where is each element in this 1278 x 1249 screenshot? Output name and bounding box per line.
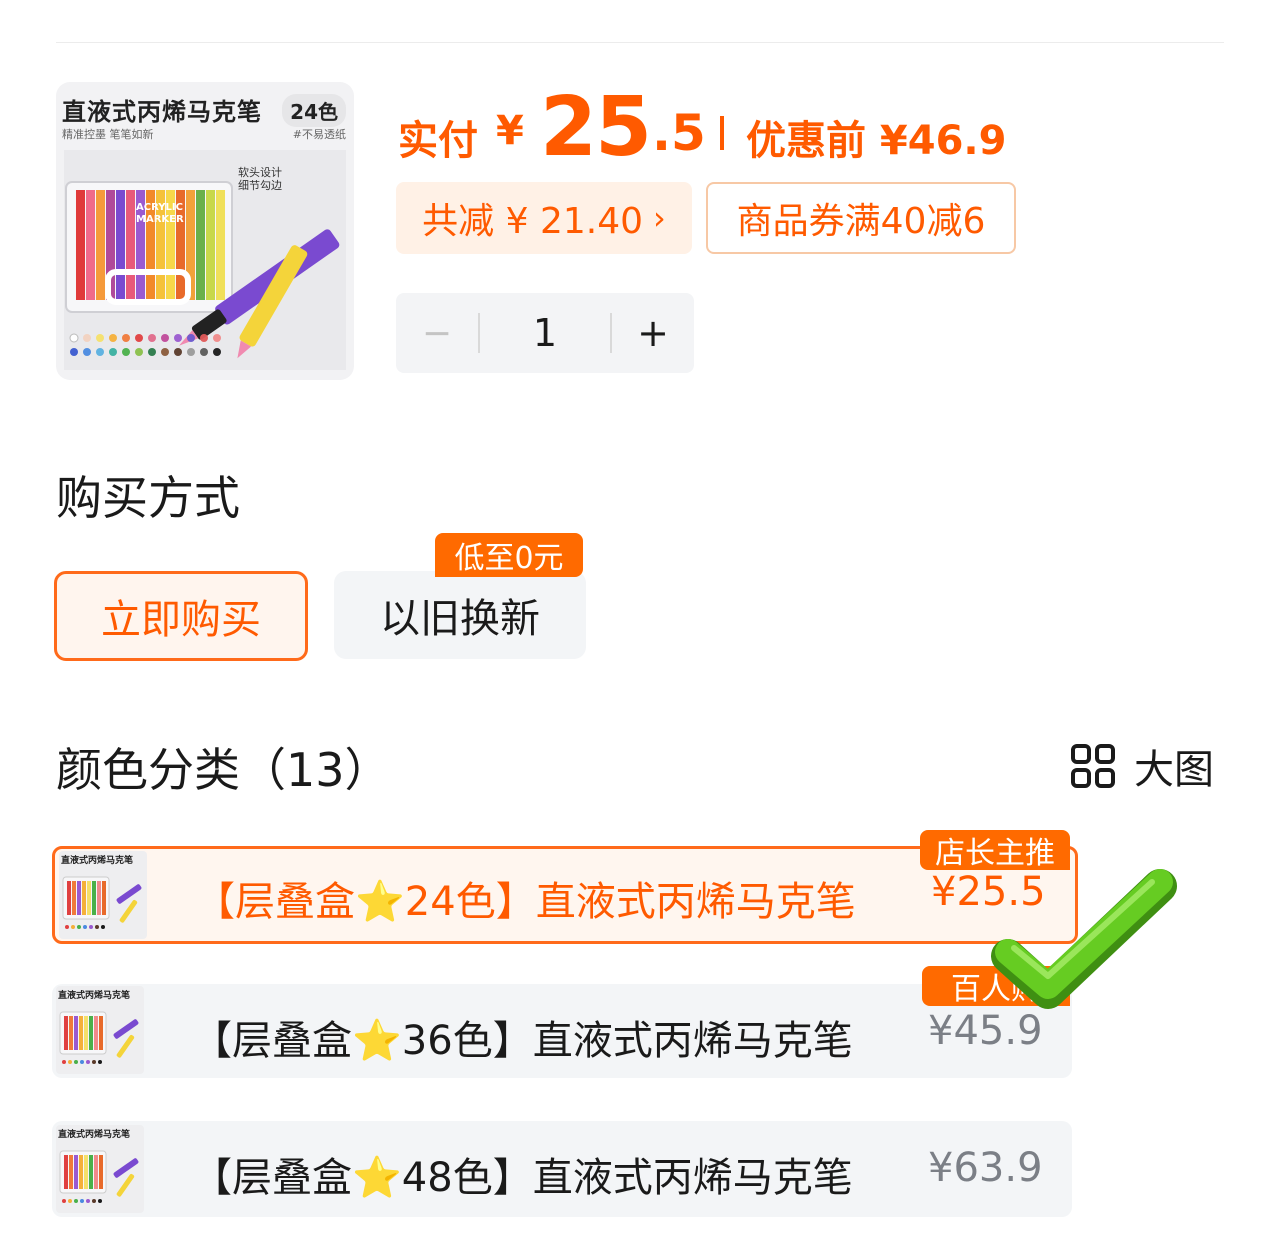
box-text-2: MARKER	[136, 214, 184, 225]
quantity-value[interactable]: 1	[480, 293, 610, 373]
top-divider	[56, 42, 1224, 43]
variant-thumbnail-art	[62, 876, 142, 929]
marker-box-illustration: ACRYLIC MARKER	[64, 150, 346, 370]
variant-thumbnail: 直液式丙烯马克笔	[56, 986, 144, 1074]
variant-thumbnail: 直液式丙烯马克笔	[59, 851, 147, 939]
color-option-48[interactable]: 直液式丙烯马克笔 【层叠盒⭐48色】直液式丙烯马克笔 ¥63.9	[52, 1121, 1072, 1217]
trade-in-badge: 低至0元	[435, 533, 583, 577]
variant-price: ¥63.9	[928, 1145, 1043, 1191]
original-price: 优惠前 ¥46.9	[746, 118, 1007, 164]
box-text-1: ACRYLIC	[136, 202, 183, 213]
big-image-toggle[interactable]: 大图	[1070, 738, 1214, 794]
price-row: 实付 ¥ 25 .5 优惠前 ¥46.9	[398, 78, 1218, 175]
note-line-2: 细节勾边	[238, 179, 282, 192]
variant-thumbnail-art	[59, 1150, 139, 1203]
currency-symbol: ¥	[496, 108, 524, 154]
product-image[interactable]: 直液式丙烯马克笔 24色 精准控墨 笔笔如新 #不易透纸 ACRYLIC MAR…	[56, 82, 354, 380]
checkmark-icon	[991, 869, 1177, 1009]
variant-price: ¥45.9	[928, 1008, 1043, 1054]
variant-thumbnail-art	[59, 1011, 139, 1064]
variant-name: 【层叠盒⭐24色】直液式丙烯马克笔	[195, 879, 856, 925]
buy-now-option[interactable]: 立即购买	[54, 571, 308, 661]
total-discount-chip[interactable]: 共减 ¥ 21.40 ›	[396, 182, 692, 254]
trade-in-option[interactable]: 以旧换新	[334, 571, 586, 659]
note-line-1: 软头设计	[238, 166, 282, 179]
price-decimal: .5	[652, 104, 706, 162]
coupon-text: 商品券满40减6	[736, 201, 986, 242]
pay-label: 实付	[398, 118, 478, 164]
coupon-chip[interactable]: 商品券满40减6	[706, 182, 1016, 254]
quantity-stepper: − 1 +	[396, 293, 694, 373]
color-option-36[interactable]: 直液式丙烯马克笔 【层叠盒⭐36色】直液式丙烯马克笔 ¥45.9	[52, 984, 1072, 1078]
chevron-right-icon: ›	[653, 199, 666, 237]
variant-name: 【层叠盒⭐36色】直液式丙烯马克笔	[192, 1018, 853, 1064]
color-category-title: 颜色分类（13）	[56, 743, 391, 797]
decrease-button[interactable]: −	[396, 293, 478, 373]
variant-thumbnail: 直液式丙烯马克笔	[56, 1125, 144, 1213]
purchase-method-title: 购买方式	[56, 471, 240, 525]
increase-button[interactable]: +	[612, 293, 694, 373]
total-discount-text: 共减 ¥ 21.40	[422, 201, 644, 242]
variant-name: 【层叠盒⭐48色】直液式丙烯马克笔	[192, 1155, 853, 1201]
price-separator	[720, 116, 724, 150]
product-image-note: 软头设计 细节勾边	[238, 166, 282, 192]
price-integer: 25	[540, 80, 652, 175]
grid-icon	[1071, 744, 1115, 788]
big-image-label: 大图	[1134, 747, 1214, 793]
